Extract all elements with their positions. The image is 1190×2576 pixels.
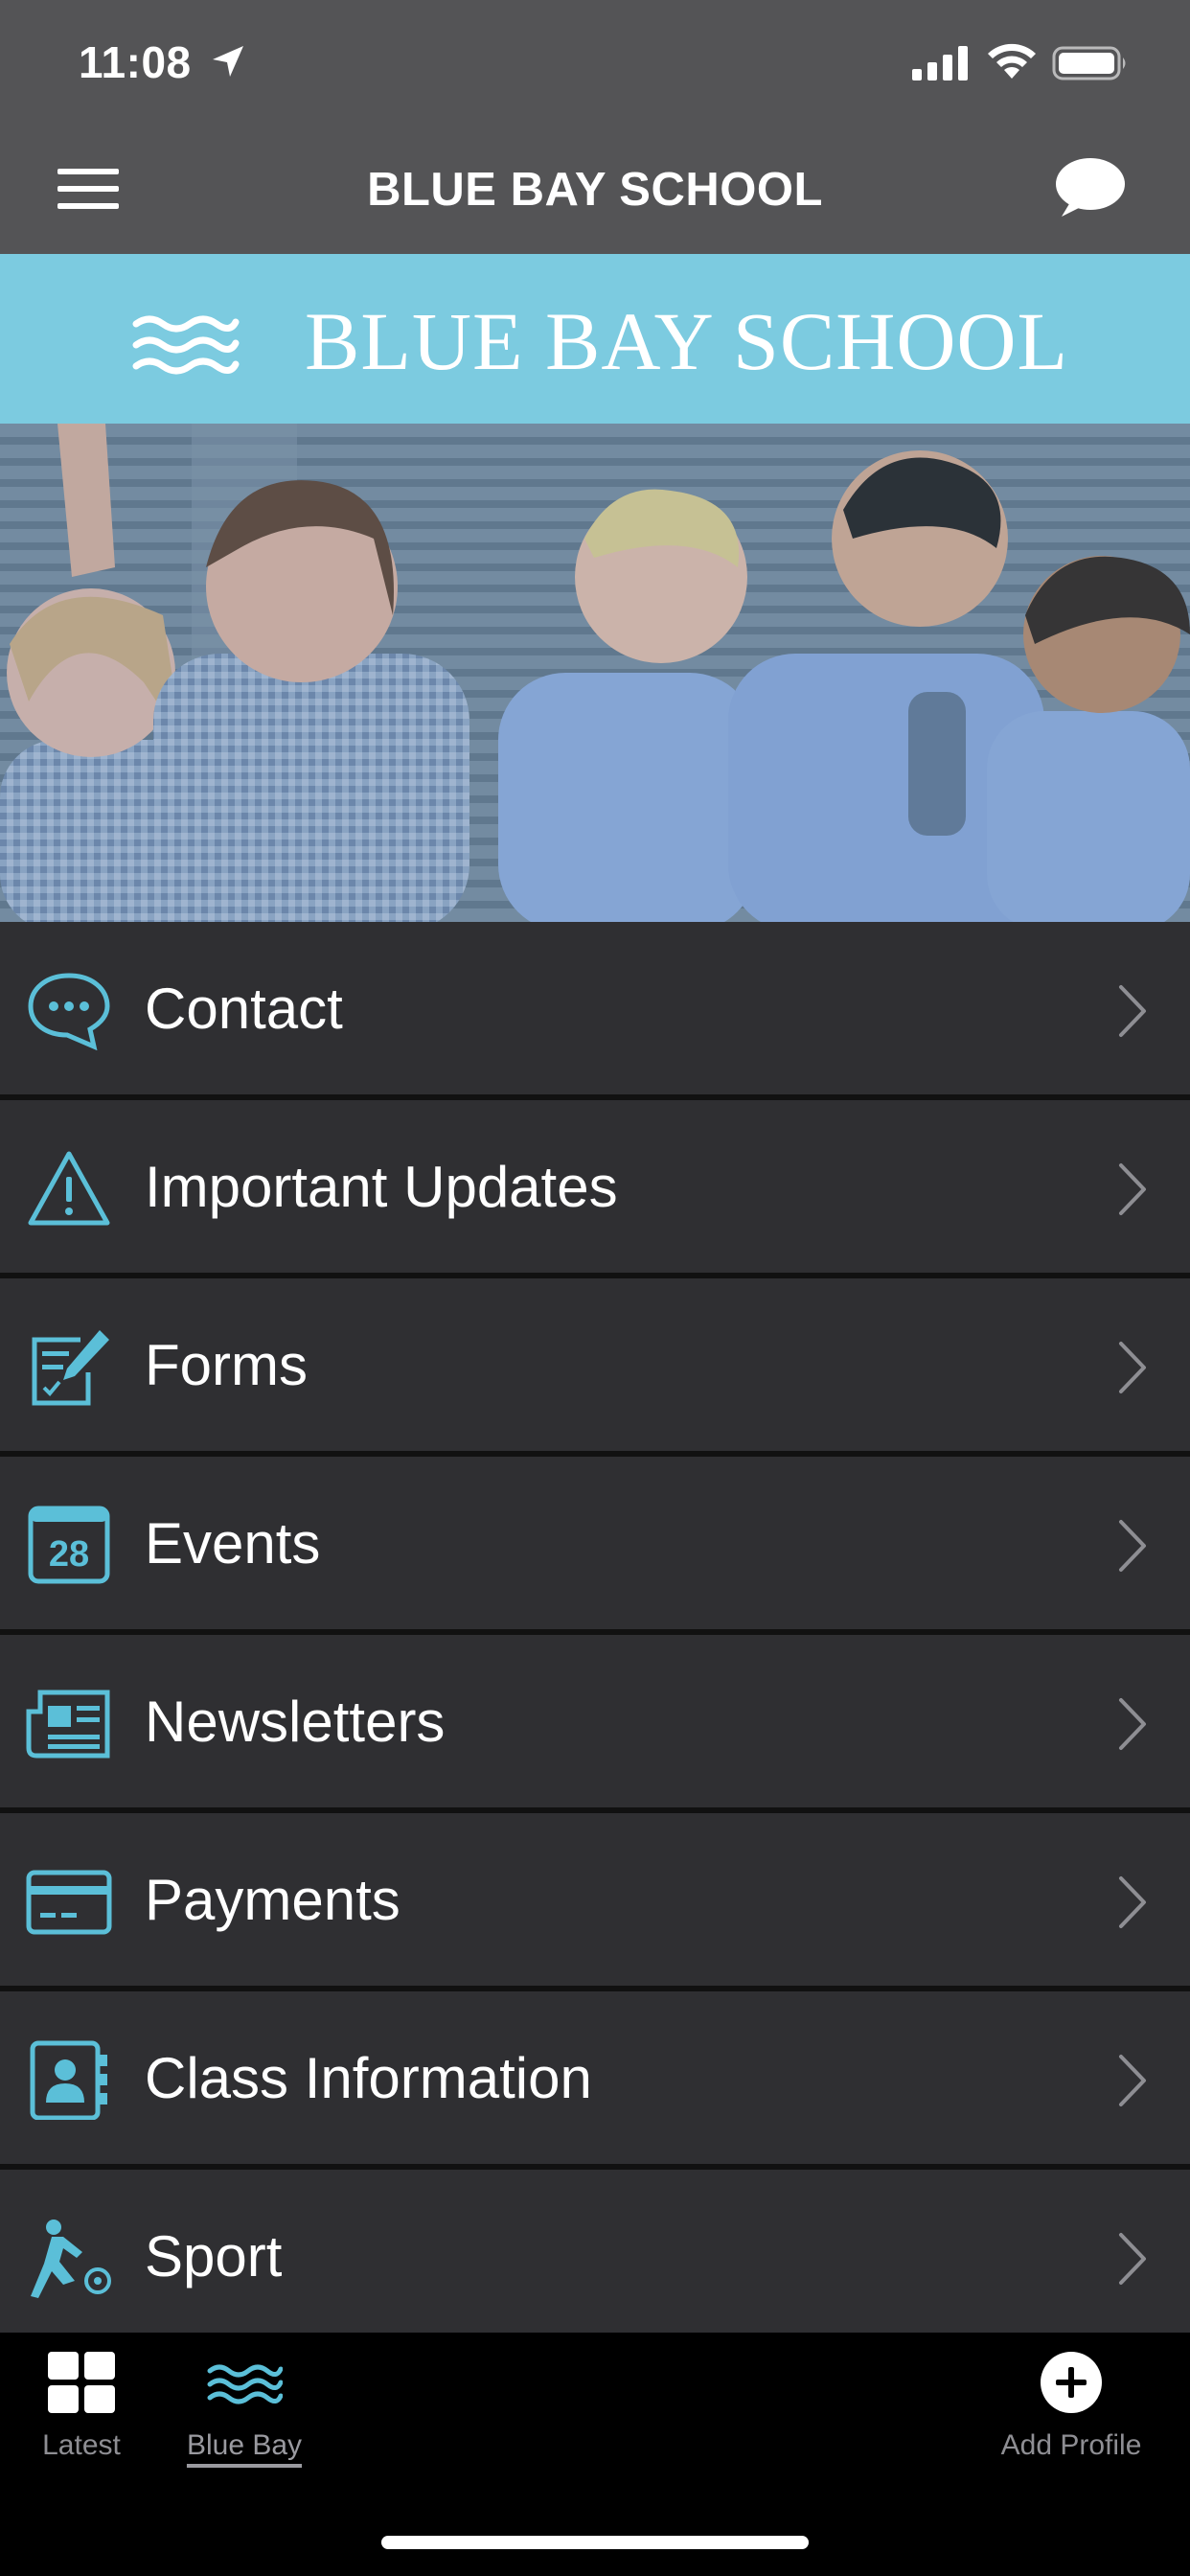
- battery-icon: [1052, 46, 1126, 80]
- grid-icon: [48, 2352, 115, 2413]
- students-photo: [0, 424, 1190, 922]
- menu-list: Contact Important Updates Forms 28 Event…: [0, 922, 1190, 2333]
- chevron-right-icon: [1119, 2055, 1146, 2106]
- tab-latest[interactable]: Latest: [19, 2350, 144, 2462]
- wifi-icon: [988, 43, 1036, 79]
- tab-add-profile[interactable]: Add Profile: [977, 2350, 1165, 2462]
- chat-dots-icon: [28, 973, 110, 1050]
- tab-label: Blue Bay: [186, 2429, 303, 2461]
- menu-item-label: Sport: [145, 2224, 283, 2288]
- tab-label: Latest: [42, 2429, 121, 2461]
- menu-item-label: Important Updates: [145, 1155, 618, 1219]
- chevron-right-icon: [1119, 985, 1146, 1037]
- newspaper-icon: [26, 1690, 110, 1759]
- banner-school-name: BLUE BAY SCHOOL: [305, 295, 1069, 387]
- menu-item-payments[interactable]: Payments: [0, 1813, 1190, 1986]
- menu-item-label: Newsletters: [145, 1690, 446, 1754]
- menu-item-events[interactable]: 28 Events: [0, 1457, 1190, 1629]
- page-title: BLUE BAY SCHOOL: [367, 164, 823, 216]
- chat-bubble-icon[interactable]: [1052, 155, 1127, 224]
- plus-circle-icon: [1041, 2352, 1102, 2413]
- credit-card-icon: [26, 1870, 112, 1935]
- chevron-right-icon: [1119, 1342, 1146, 1393]
- menu-item-label: Class Information: [145, 2046, 592, 2110]
- form-edit-icon: [32, 1330, 109, 1406]
- calendar-day: 28: [49, 1534, 89, 1575]
- menu-item-label: Events: [145, 1511, 321, 1576]
- calendar-icon: 28: [28, 1506, 110, 1584]
- warning-icon: [28, 1151, 110, 1226]
- menu-item-class-information[interactable]: Class Information: [0, 1991, 1190, 2164]
- tab-blue-bay[interactable]: Blue Bay: [172, 2350, 316, 2462]
- menu-item-forms[interactable]: Forms: [0, 1278, 1190, 1451]
- menu-item-newsletters[interactable]: Newsletters: [0, 1635, 1190, 1807]
- location-arrow-icon: [213, 46, 243, 77]
- menu-item-label: Contact: [145, 977, 343, 1041]
- chevron-right-icon: [1119, 1876, 1146, 1928]
- waves-icon: [132, 315, 240, 375]
- home-indicator[interactable]: [381, 2536, 809, 2549]
- chevron-right-icon: [1119, 1520, 1146, 1572]
- chevron-right-icon: [1119, 1163, 1146, 1215]
- hero-photo: [0, 424, 1190, 922]
- chevron-right-icon: [1119, 2233, 1146, 2285]
- sport-soccer-icon: [31, 2220, 111, 2298]
- menu-item-label: Payments: [145, 1868, 400, 1932]
- menu-item-label: Forms: [145, 1333, 308, 1397]
- menu-item-important-updates[interactable]: Important Updates: [0, 1100, 1190, 1273]
- contact-book-icon: [30, 2040, 107, 2120]
- menu-item-sport[interactable]: Sport: [0, 2170, 1190, 2333]
- status-time: 11:08: [79, 37, 192, 87]
- tab-label: Add Profile: [1000, 2429, 1142, 2461]
- chevron-right-icon: [1119, 1698, 1146, 1750]
- cellular-signal-icon: [912, 46, 968, 80]
- waves-icon: [207, 2364, 284, 2404]
- menu-item-contact[interactable]: Contact: [0, 922, 1190, 1094]
